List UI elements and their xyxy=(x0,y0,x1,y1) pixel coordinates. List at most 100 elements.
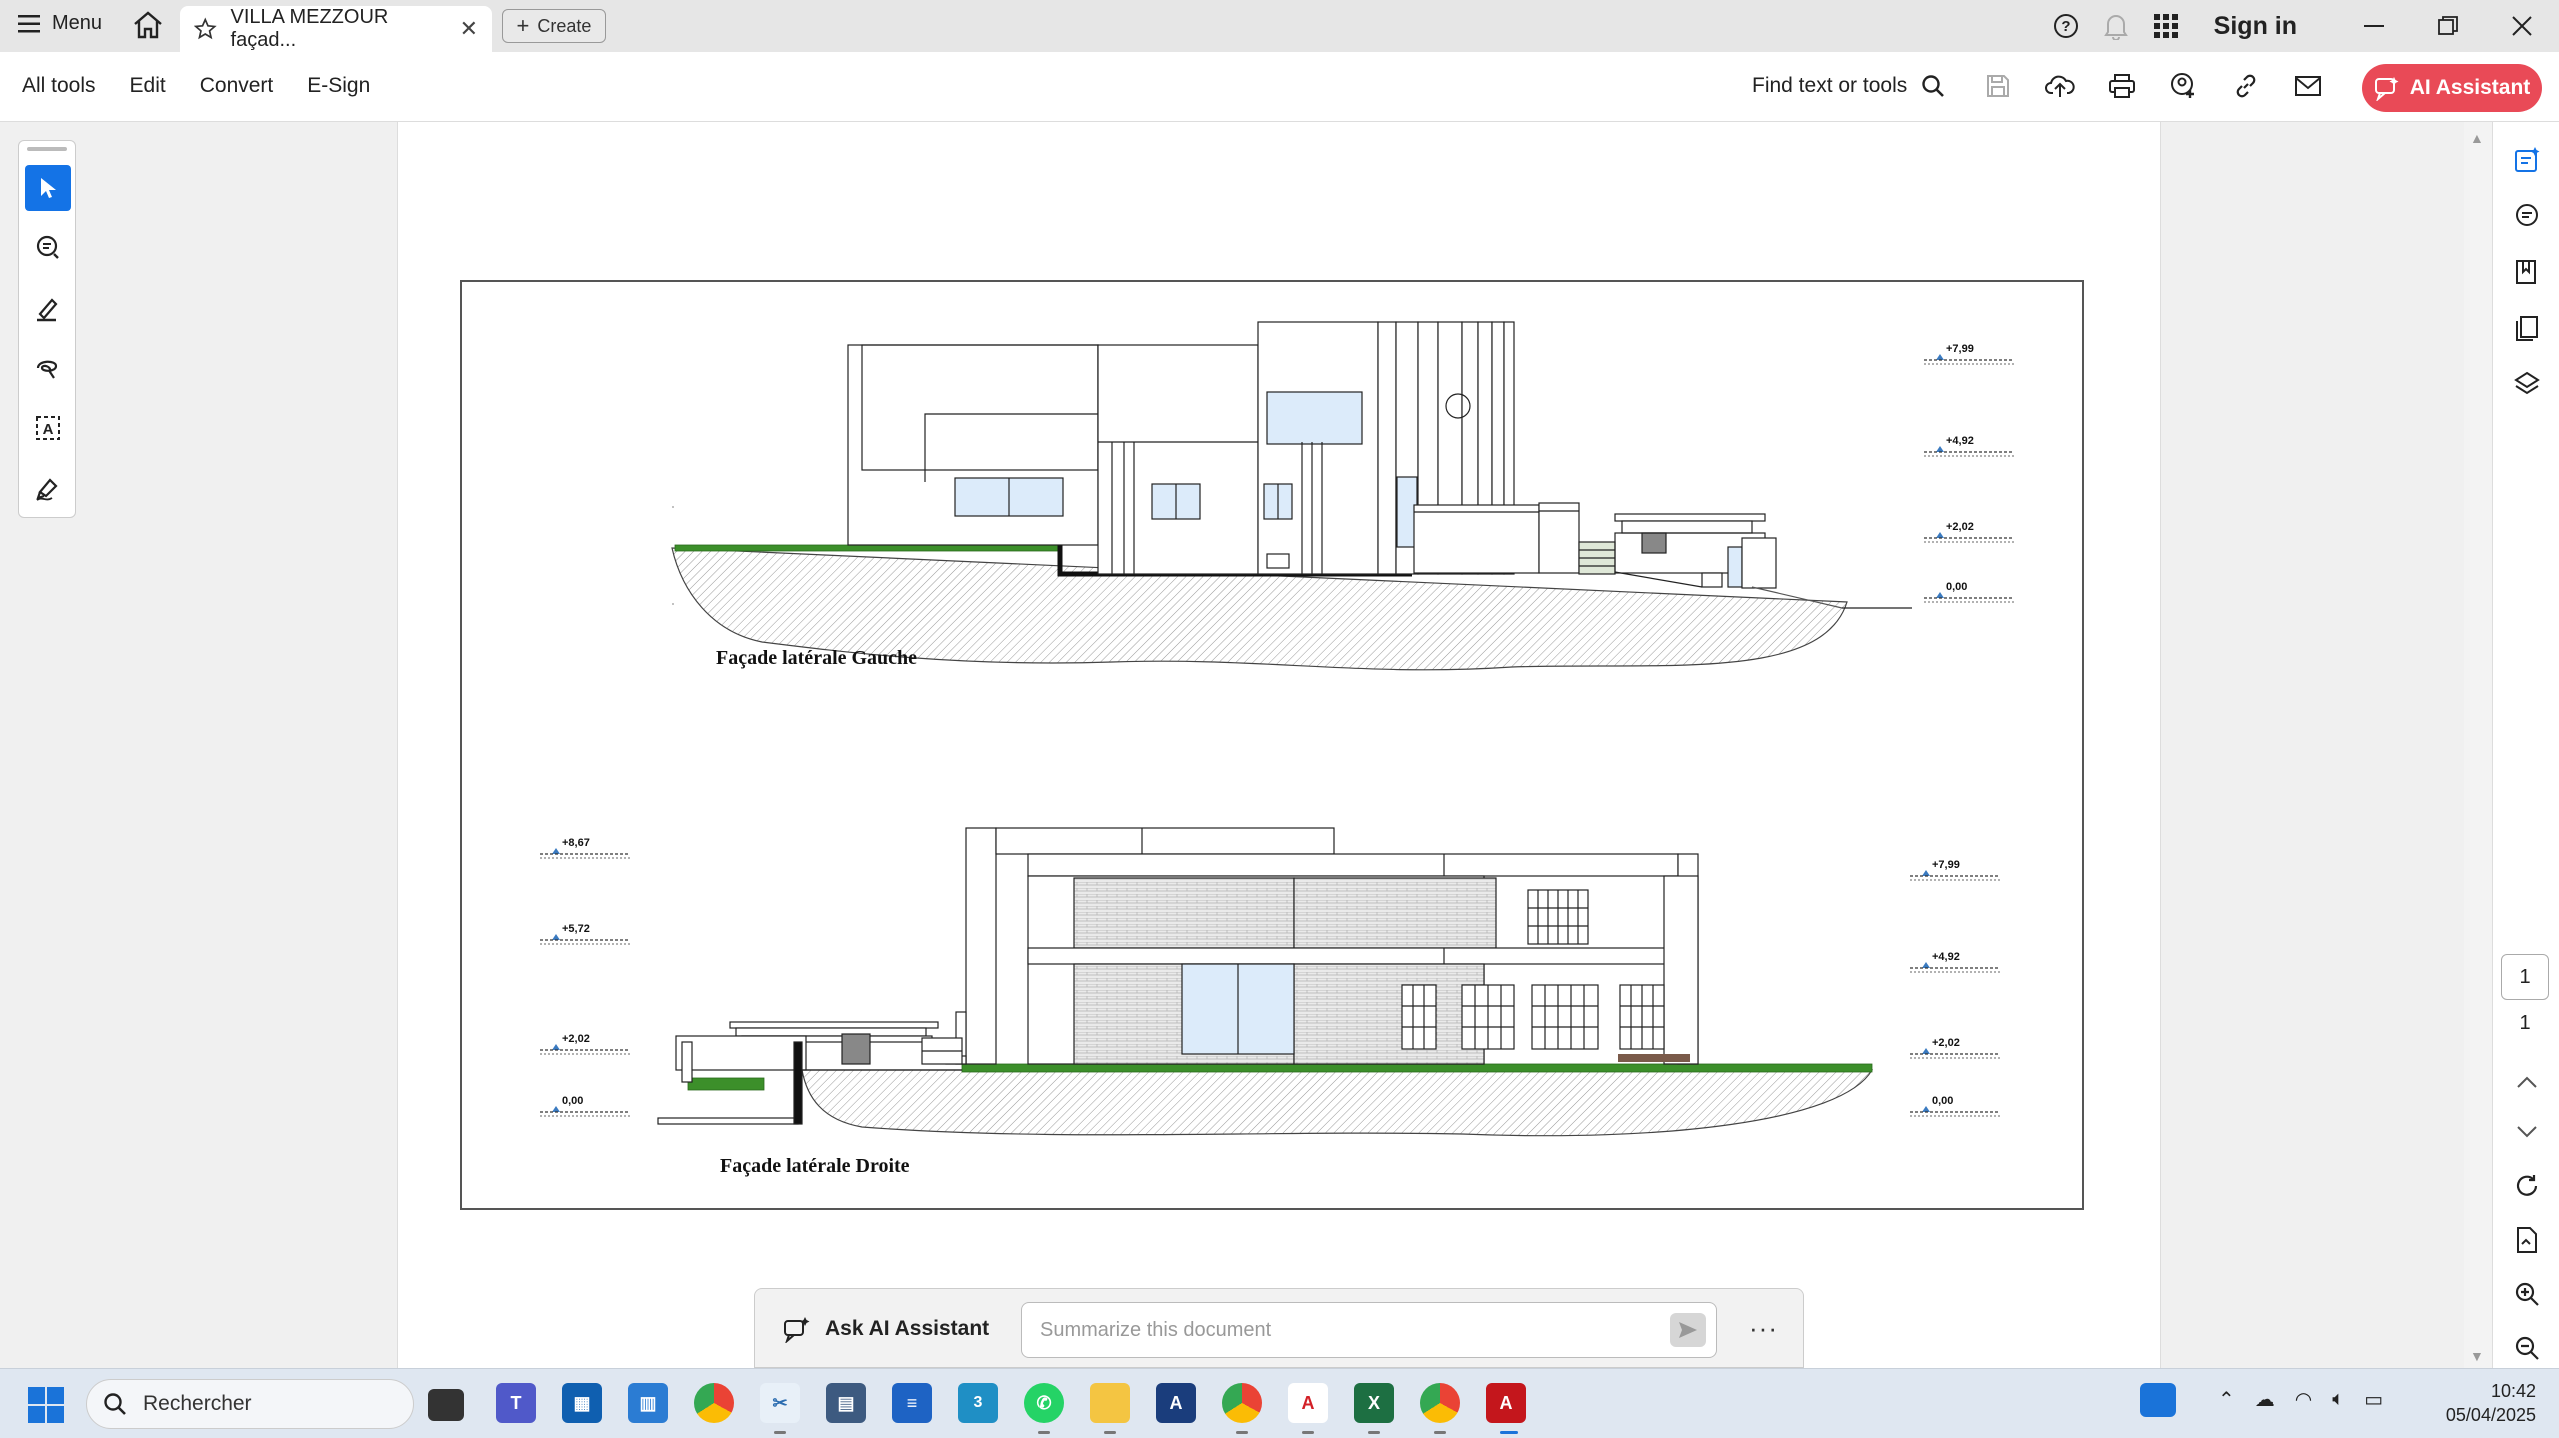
highlight-tool[interactable] xyxy=(25,285,71,331)
level-label: 0,00 xyxy=(562,1095,583,1107)
chrome-icon[interactable] xyxy=(694,1383,734,1423)
level-marker: +2,02 xyxy=(1910,1037,2000,1059)
file-explorer-icon[interactable] xyxy=(1090,1383,1130,1423)
lawn-right xyxy=(961,1063,1873,1073)
wifi-icon[interactable]: ◠ xyxy=(2295,1387,2312,1412)
cloud-upload-icon[interactable] xyxy=(2042,68,2078,104)
link-icon[interactable] xyxy=(2228,68,2264,104)
ask-ai-label-group[interactable]: Ask AI Assistant xyxy=(783,1315,989,1343)
apps-grid-icon[interactable] xyxy=(2146,6,2186,46)
print-icon[interactable] xyxy=(2104,68,2140,104)
sign-in-button[interactable]: Sign in xyxy=(2214,12,2297,41)
comments-panel-icon[interactable] xyxy=(2507,196,2547,236)
sign-tool[interactable] xyxy=(25,465,71,511)
pages-thumbnails-icon[interactable] xyxy=(2507,308,2547,348)
toolbar-drag-handle[interactable] xyxy=(27,147,67,151)
level-marker: +4,92 xyxy=(1924,435,2014,457)
menu-edit[interactable]: Edit xyxy=(130,74,166,98)
whatsapp-icon[interactable]: ✆ xyxy=(1024,1383,1064,1423)
level-marker: +7,99 xyxy=(1910,859,2000,881)
find-text-or-tools[interactable]: Find text or tools xyxy=(1752,74,1945,98)
show-hidden-icons-icon[interactable]: ⌃ xyxy=(2218,1387,2235,1412)
email-icon[interactable] xyxy=(2290,68,2326,104)
save-icon[interactable] xyxy=(1980,68,2016,104)
zoom-in-icon[interactable] xyxy=(2507,1274,2547,1314)
clock-time: 10:42 xyxy=(2490,1381,2536,1401)
teams-icon[interactable]: T xyxy=(496,1383,536,1423)
select-tool[interactable] xyxy=(25,165,71,211)
next-page-icon[interactable] xyxy=(2507,1112,2547,1152)
minimize-button[interactable] xyxy=(2337,0,2411,52)
chrome-second-icon[interactable] xyxy=(1420,1383,1460,1423)
level-marker: +7,99 xyxy=(1924,343,2014,365)
send-button[interactable] xyxy=(1670,1313,1706,1347)
more-options-button[interactable]: ··· xyxy=(1749,1313,1778,1344)
menu-label: Menu xyxy=(52,12,103,34)
start-button[interactable] xyxy=(28,1387,64,1423)
widgets-icon[interactable] xyxy=(2140,1383,2176,1417)
level-label: +4,92 xyxy=(1946,435,1974,447)
taskbar-search-placeholder: Rechercher xyxy=(143,1392,252,1415)
task-view-icon[interactable] xyxy=(428,1389,464,1421)
snipping-tool-icon[interactable]: ✂ xyxy=(760,1383,800,1423)
level-label: +2,02 xyxy=(1932,1037,1960,1049)
menu-button[interactable]: Menu xyxy=(18,12,102,35)
onedrive-icon[interactable]: ☁ xyxy=(2255,1387,2275,1412)
volume-icon[interactable]: 🔈︎ xyxy=(2332,1388,2344,1411)
bottom-elevation-title: Façade latérale Droite xyxy=(720,1155,910,1177)
clock[interactable]: 10:42 05/04/2025 xyxy=(2436,1379,2536,1427)
level-marker: +2,02 xyxy=(540,1033,630,1055)
level-label: +2,02 xyxy=(562,1033,590,1045)
layers-icon[interactable] xyxy=(2507,364,2547,404)
taskbar-search[interactable]: Rechercher xyxy=(86,1379,414,1429)
freehand-draw-icon xyxy=(36,360,58,379)
store-icon[interactable]: ▦ xyxy=(562,1383,602,1423)
create-button[interactable]: + Create xyxy=(502,9,606,43)
previous-page-icon[interactable] xyxy=(2507,1062,2547,1102)
ai-assistant-button[interactable]: AI Assistant xyxy=(2362,64,2542,112)
close-window-button[interactable] xyxy=(2485,0,2559,52)
calculator-icon[interactable]: ▤ xyxy=(826,1383,866,1423)
acrobat-icon[interactable]: A xyxy=(1486,1383,1526,1423)
comment-tool[interactable] xyxy=(25,225,71,271)
chrome-profile-icon[interactable] xyxy=(1222,1383,1262,1423)
level-label: +2,02 xyxy=(1946,521,1974,533)
search-icon xyxy=(104,1393,126,1415)
menu-all-tools[interactable]: All tools xyxy=(22,74,96,98)
calendar-app-icon[interactable]: ▥ xyxy=(628,1383,668,1423)
excel-icon[interactable]: X xyxy=(1354,1383,1394,1423)
pen-sign-icon xyxy=(36,478,58,501)
level-marker: 0,00 xyxy=(1910,1095,2000,1117)
help-icon[interactable]: ? xyxy=(2046,6,2086,46)
zoom-out-icon[interactable] xyxy=(2507,1328,2547,1368)
rotate-icon[interactable] xyxy=(2507,1166,2547,1206)
vertical-scrollbar[interactable]: ▲ ▼ xyxy=(2464,122,2492,1368)
scroll-up-arrow-icon[interactable]: ▲ xyxy=(2470,130,2484,146)
3ds-max-icon[interactable]: 3 xyxy=(958,1383,998,1423)
star-icon[interactable] xyxy=(194,17,217,41)
ai-generative-summary-icon[interactable] xyxy=(2507,140,2547,180)
menu-e-sign[interactable]: E-Sign xyxy=(307,74,370,98)
draw-tool[interactable] xyxy=(25,345,71,391)
level-label: +5,72 xyxy=(562,923,590,935)
bookmark-icon[interactable] xyxy=(2507,252,2547,292)
notepad-icon[interactable]: ≡ xyxy=(892,1383,932,1423)
menu-convert[interactable]: Convert xyxy=(200,74,274,98)
close-tab-icon[interactable]: ✕ xyxy=(460,16,478,42)
text-select-tool[interactable]: A xyxy=(25,405,71,451)
page-display-icon[interactable] xyxy=(2507,1220,2547,1260)
current-page-input[interactable]: 1 xyxy=(2501,954,2549,1000)
facade-right-elevation xyxy=(657,827,1874,1137)
share-user-icon[interactable] xyxy=(2166,68,2202,104)
title-bar: Menu VILLA MEZZOUR façad... ✕ + Create ?… xyxy=(0,0,2559,52)
autocad-icon[interactable]: A xyxy=(1288,1383,1328,1423)
level-label: +7,99 xyxy=(1932,859,1960,871)
scroll-down-arrow-icon[interactable]: ▼ xyxy=(2470,1348,2484,1364)
ai-prompt-input[interactable]: Summarize this document xyxy=(1021,1302,1717,1358)
notification-bell-icon[interactable] xyxy=(2096,6,2136,46)
restore-button[interactable] xyxy=(2411,0,2485,52)
document-tab[interactable]: VILLA MEZZOUR façad... ✕ xyxy=(180,6,492,52)
archicad-icon[interactable]: A xyxy=(1156,1383,1196,1423)
home-button[interactable] xyxy=(132,10,168,42)
battery-icon[interactable]: ▭ xyxy=(2364,1387,2383,1412)
